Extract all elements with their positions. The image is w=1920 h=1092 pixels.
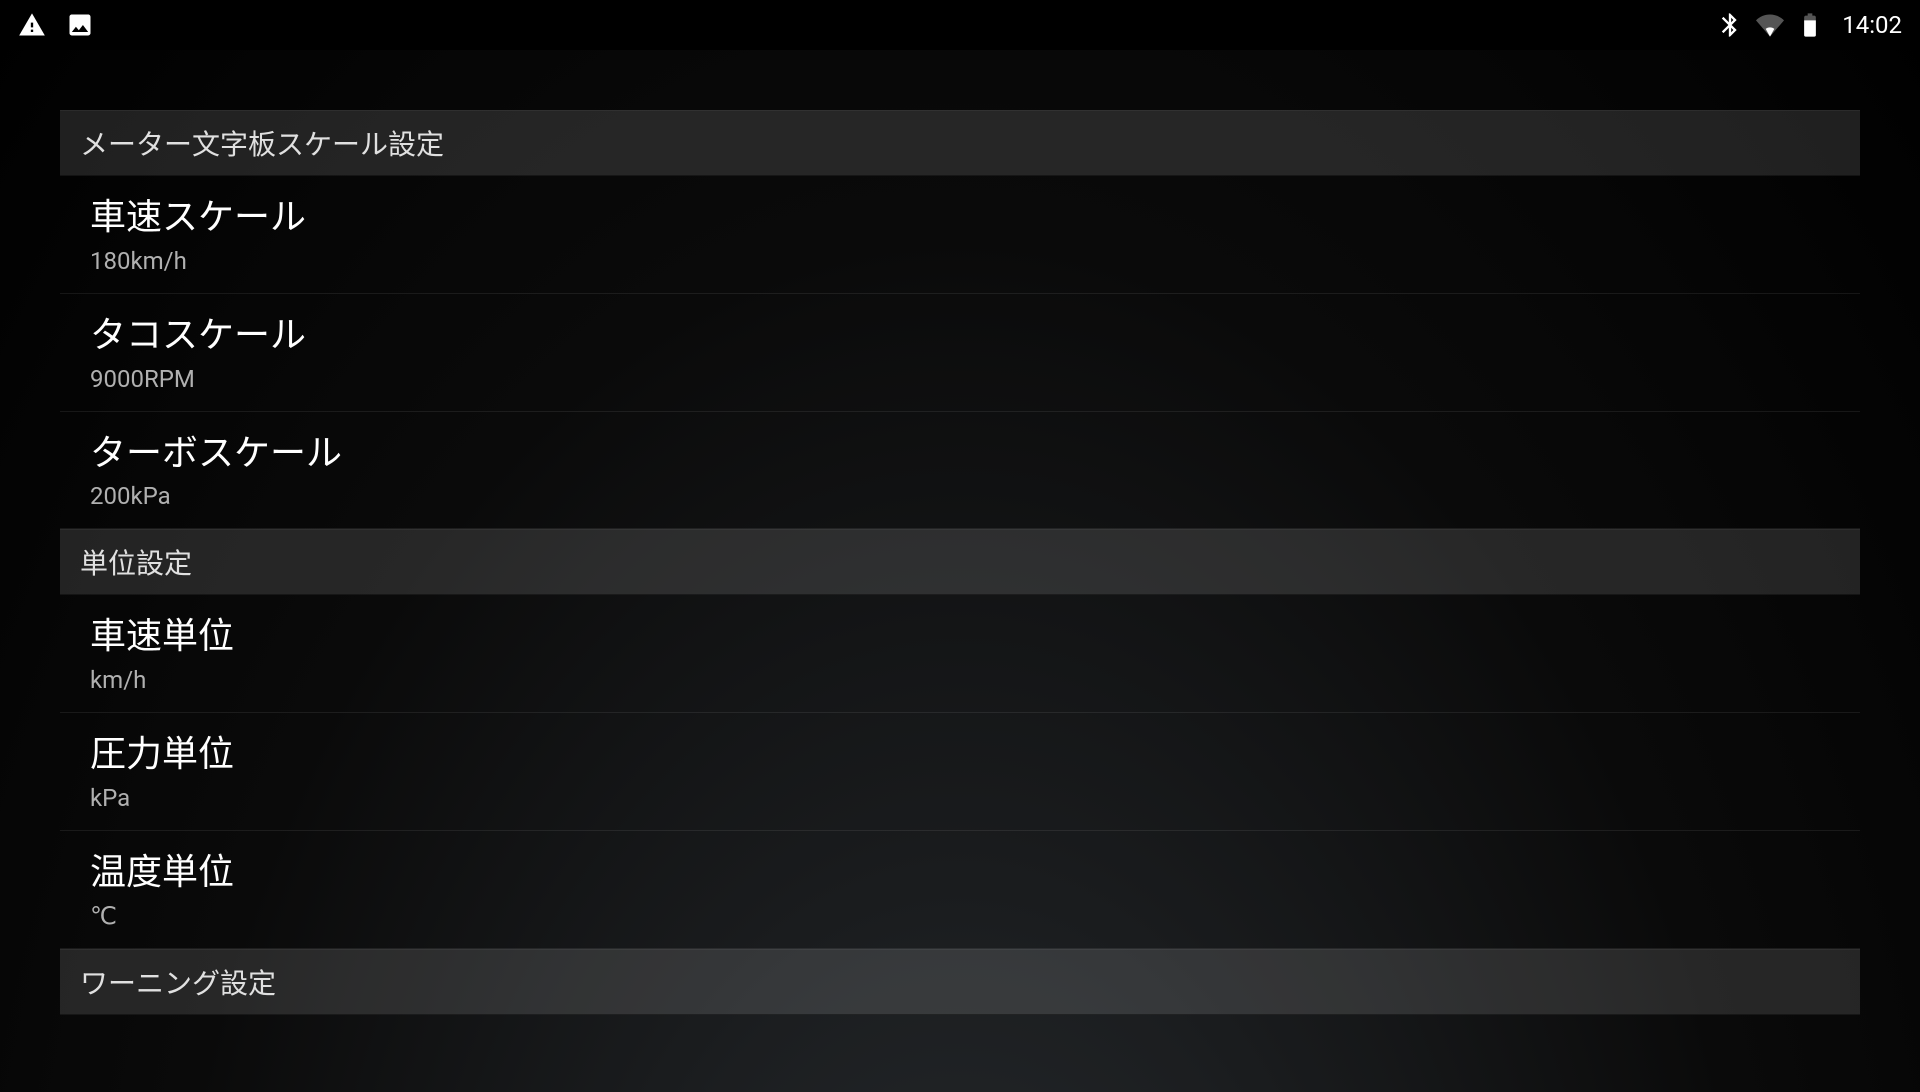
section-header-meter-scale: メーター文字板スケール設定 xyxy=(60,110,1860,176)
setting-title: 圧力単位 xyxy=(90,731,1840,778)
setting-title: 温度単位 xyxy=(90,849,1840,896)
setting-title: 車速スケール xyxy=(90,194,1840,241)
setting-value: km/h xyxy=(90,666,1840,694)
setting-value: kPa xyxy=(90,784,1840,812)
wifi-icon xyxy=(1756,11,1784,39)
setting-item-speed-scale[interactable]: 車速スケール 180km/h xyxy=(60,176,1860,294)
setting-value: 9000RPM xyxy=(90,365,1840,393)
section-header-unit: 単位設定 xyxy=(60,529,1860,595)
bluetooth-icon xyxy=(1716,11,1744,39)
setting-title: タコスケール xyxy=(90,312,1840,359)
setting-title: 車速単位 xyxy=(90,613,1840,660)
section-header-warning: ワーニング設定 xyxy=(60,949,1860,1015)
setting-item-temperature-unit[interactable]: 温度単位 ℃ xyxy=(60,831,1860,949)
status-bar: 14:02 xyxy=(0,0,1920,50)
settings-content: メーター文字板スケール設定 車速スケール 180km/h タコスケール 9000… xyxy=(0,50,1920,1015)
setting-item-pressure-unit[interactable]: 圧力単位 kPa xyxy=(60,713,1860,831)
setting-value: 180km/h xyxy=(90,247,1840,275)
settings-list: メーター文字板スケール設定 車速スケール 180km/h タコスケール 9000… xyxy=(60,110,1860,1015)
battery-icon xyxy=(1796,11,1824,39)
setting-title: ターボスケール xyxy=(90,430,1840,477)
warning-icon xyxy=(18,11,46,39)
setting-item-turbo-scale[interactable]: ターボスケール 200kPa xyxy=(60,412,1860,530)
status-bar-left xyxy=(18,11,94,39)
setting-item-speed-unit[interactable]: 車速単位 km/h xyxy=(60,595,1860,713)
status-bar-right: 14:02 xyxy=(1716,11,1902,39)
setting-value: 200kPa xyxy=(90,482,1840,510)
setting-item-tacho-scale[interactable]: タコスケール 9000RPM xyxy=(60,294,1860,412)
status-time: 14:02 xyxy=(1842,11,1902,39)
picture-icon xyxy=(66,11,94,39)
setting-value: ℃ xyxy=(90,902,1840,930)
